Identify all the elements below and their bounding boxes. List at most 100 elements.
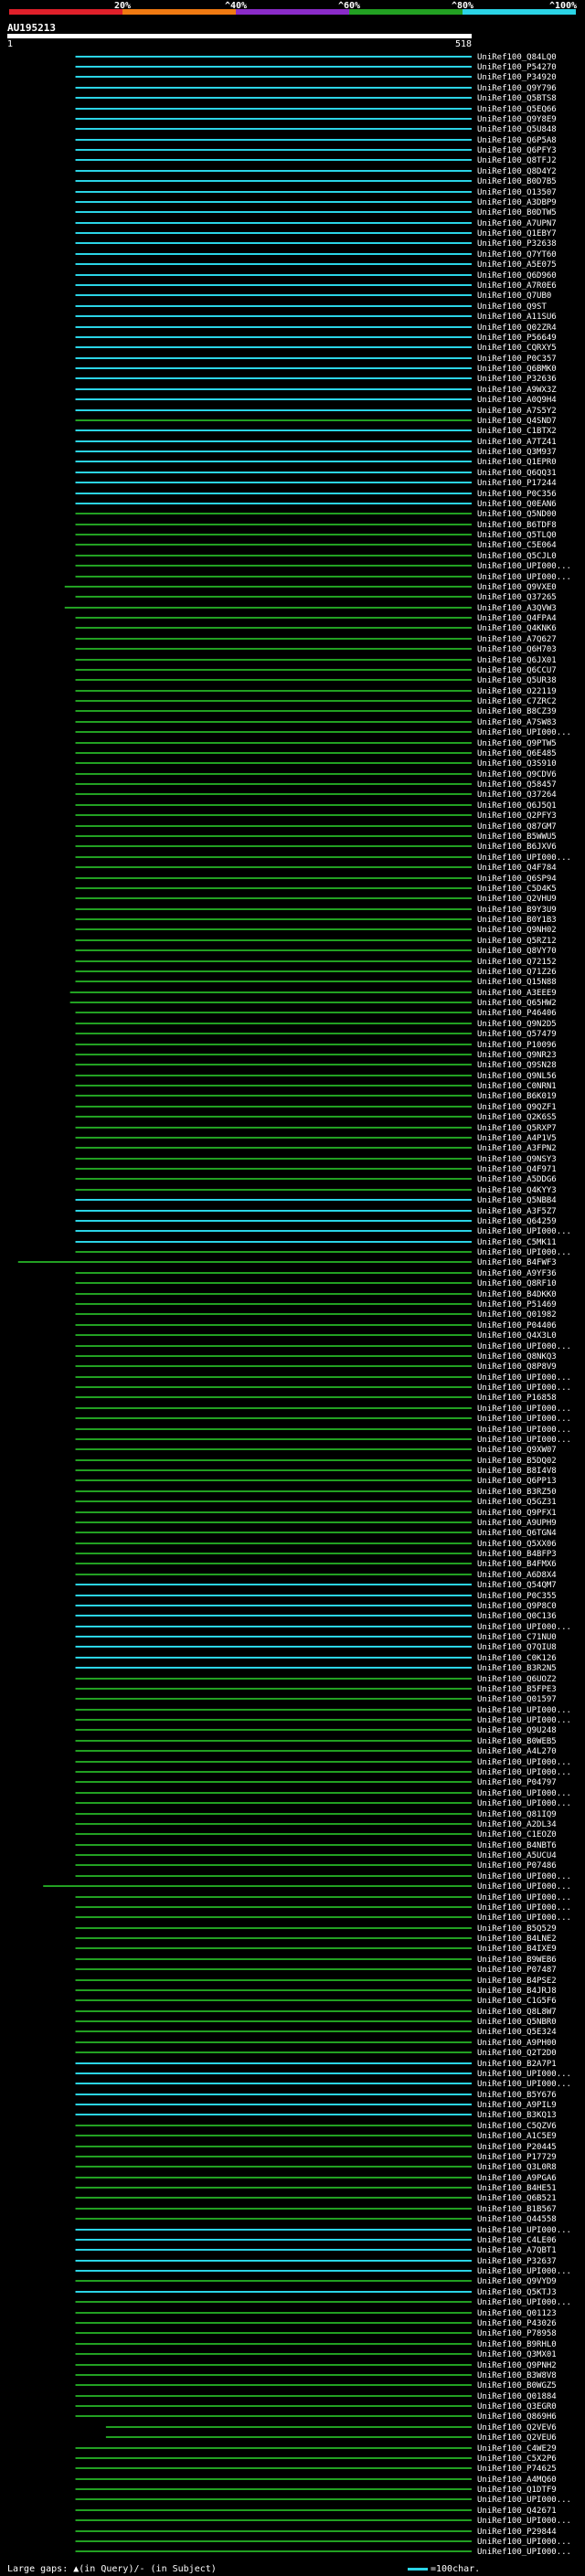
hit-label[interactable]: UniRef100_Q54QM7 xyxy=(477,1581,557,1590)
hit-label[interactable]: UniRef100_A4MQ60 xyxy=(477,2475,557,2485)
hit-label[interactable]: UniRef100_Q1EBY7 xyxy=(477,229,557,239)
hit-label[interactable]: UniRef100_Q2K6S5 xyxy=(477,1113,557,1122)
hit-label[interactable]: UniRef100_C1G5F6 xyxy=(477,1997,557,2006)
hit-label[interactable]: UniRef100_UPI000... xyxy=(477,1789,571,1798)
hit-label[interactable]: UniRef100_UPI000... xyxy=(477,1706,571,1715)
hit-label[interactable]: UniRef100_UPI000... xyxy=(477,2538,571,2547)
hit-label[interactable]: UniRef100_P20445 xyxy=(477,2143,557,2152)
hit-label[interactable]: UniRef100_Q37265 xyxy=(477,593,557,602)
hit-label[interactable]: UniRef100_A9YF36 xyxy=(477,1269,557,1278)
hit-label[interactable]: UniRef100_Q0C136 xyxy=(477,1612,557,1621)
hit-label[interactable]: UniRef100_P32637 xyxy=(477,2257,557,2266)
hit-label[interactable]: UniRef100_Q42671 xyxy=(477,2507,557,2516)
hit-label[interactable]: UniRef100_P32636 xyxy=(477,375,557,384)
hit-label[interactable]: UniRef100_P0C357 xyxy=(477,355,557,364)
hit-label[interactable]: UniRef100_Q9VYD9 xyxy=(477,2277,557,2286)
hit-label[interactable]: UniRef100_Q2T2D0 xyxy=(477,2049,557,2058)
hit-label[interactable]: UniRef100_Q8L8W7 xyxy=(477,2008,557,2017)
hit-label[interactable]: UniRef100_Q5NBR0 xyxy=(477,2018,557,2027)
hit-label[interactable]: UniRef100_A9UPH9 xyxy=(477,1519,557,1528)
hit-label[interactable]: UniRef100_P0C355 xyxy=(477,1592,557,1601)
hit-label[interactable]: UniRef100_B4HE51 xyxy=(477,2184,557,2193)
hit-label[interactable]: UniRef100_B4BFP3 xyxy=(477,1550,557,1559)
hit-label[interactable]: UniRef100_P78958 xyxy=(477,2329,557,2338)
hit-label[interactable]: UniRef100_P17729 xyxy=(477,2153,557,2162)
hit-label[interactable]: UniRef100_B0Y1B3 xyxy=(477,916,557,925)
hit-label[interactable]: UniRef100_Q5NBB4 xyxy=(477,1196,557,1205)
hit-label[interactable]: UniRef100_Q37264 xyxy=(477,790,557,800)
hit-label[interactable]: UniRef100_B3RZ50 xyxy=(477,1488,557,1497)
hit-label[interactable]: UniRef100_A1C5E9 xyxy=(477,2132,557,2141)
hit-label[interactable]: UniRef100_UPI000... xyxy=(477,562,571,571)
hit-label[interactable]: UniRef100_UPI000... xyxy=(477,1913,571,1923)
hit-label[interactable]: UniRef100_UPI000... xyxy=(477,2226,571,2235)
hit-label[interactable]: UniRef100_P56649 xyxy=(477,334,557,343)
hit-label[interactable]: UniRef100_Q4KYY3 xyxy=(477,1186,557,1195)
hit-label[interactable]: UniRef100_Q6JX01 xyxy=(477,656,557,665)
hit-label[interactable]: UniRef100_P54270 xyxy=(477,63,557,72)
hit-label[interactable]: UniRef100_P29844 xyxy=(477,2528,557,2537)
hit-label[interactable]: UniRef100_UPI000... xyxy=(477,2298,571,2307)
hit-label[interactable]: UniRef100_A4L270 xyxy=(477,1747,557,1756)
hit-label[interactable]: UniRef100_UPI000... xyxy=(477,853,571,863)
hit-label[interactable]: UniRef100_UPI000... xyxy=(477,1436,571,1445)
hit-label[interactable]: UniRef100_Q6H703 xyxy=(477,645,557,654)
hit-label[interactable]: UniRef100_UPI000... xyxy=(477,2496,571,2505)
hit-label[interactable]: UniRef100_UPI000... xyxy=(477,1893,571,1903)
hit-label[interactable]: UniRef100_P46406 xyxy=(477,1009,557,1018)
hit-label[interactable]: UniRef100_A3EEE9 xyxy=(477,989,557,998)
hit-label[interactable]: UniRef100_A6D8X4 xyxy=(477,1571,557,1580)
hit-label[interactable]: UniRef100_Q8P8V9 xyxy=(477,1362,557,1372)
hit-label[interactable]: UniRef100_Q2VHU9 xyxy=(477,895,557,904)
hit-label[interactable]: UniRef100_UPI000... xyxy=(477,1799,571,1808)
hit-label[interactable]: UniRef100_Q9ST xyxy=(477,302,547,312)
hit-label[interactable]: UniRef100_A0Q9H4 xyxy=(477,396,557,405)
hit-label[interactable]: UniRef100_Q3EGR0 xyxy=(477,2402,557,2412)
hit-label[interactable]: UniRef100_Q15N88 xyxy=(477,978,557,987)
hit-label[interactable]: UniRef100_Q4F971 xyxy=(477,1165,557,1174)
hit-label[interactable]: UniRef100_A9PH00 xyxy=(477,2039,557,2048)
hit-label[interactable]: UniRef100_Q4SND7 xyxy=(477,417,557,426)
hit-label[interactable]: UniRef100_Q6UOZ2 xyxy=(477,1675,557,1684)
hit-label[interactable]: UniRef100_C1BTX2 xyxy=(477,427,557,436)
hit-label[interactable]: UniRef100_Q9Y796 xyxy=(477,84,557,93)
hit-label[interactable]: UniRef100_Q6B521 xyxy=(477,2194,557,2203)
hit-label[interactable]: UniRef100_Q5BTS8 xyxy=(477,94,557,103)
hit-label[interactable]: UniRef100_Q9NL56 xyxy=(477,1072,557,1081)
hit-label[interactable]: UniRef100_Q7YT60 xyxy=(477,250,557,260)
hit-label[interactable]: UniRef100_P34920 xyxy=(477,73,557,82)
hit-label[interactable]: UniRef100_P10096 xyxy=(477,1041,557,1050)
hit-label[interactable]: UniRef100_O22119 xyxy=(477,687,557,696)
hit-label[interactable]: UniRef100_Q9NH02 xyxy=(477,926,557,935)
hit-label[interactable]: UniRef100_Q4FPA4 xyxy=(477,614,557,623)
hit-label[interactable]: UniRef100_B9WEB6 xyxy=(477,1956,557,1965)
hit-label[interactable]: UniRef100_P04797 xyxy=(477,1778,557,1787)
hit-label[interactable]: UniRef100_Q4X3L0 xyxy=(477,1331,557,1341)
hit-label[interactable]: UniRef100_P07487 xyxy=(477,1966,557,1975)
hit-label[interactable]: UniRef100_A7S5Y2 xyxy=(477,407,557,416)
hit-label[interactable]: UniRef100_B9Y3U9 xyxy=(477,906,557,915)
hit-label[interactable]: UniRef100_B4PSE2 xyxy=(477,1977,557,1986)
hit-label[interactable]: UniRef100_Q02ZR4 xyxy=(477,323,557,333)
hit-label[interactable]: UniRef100_Q869H6 xyxy=(477,2412,557,2422)
hit-label[interactable]: UniRef100_P32638 xyxy=(477,239,557,249)
hit-label[interactable]: UniRef100_Q3M937 xyxy=(477,448,557,457)
hit-label[interactable]: UniRef100_Q2VEV6 xyxy=(477,2423,557,2433)
hit-label[interactable]: UniRef100_Q6BMK0 xyxy=(477,365,557,374)
hit-label[interactable]: UniRef100_C0K126 xyxy=(477,1654,557,1663)
hit-label[interactable]: UniRef100_B8I4V8 xyxy=(477,1467,557,1476)
hit-label[interactable]: UniRef100_Q9NSY3 xyxy=(477,1155,557,1164)
hit-label[interactable]: UniRef100_Q4F784 xyxy=(477,864,557,873)
hit-label[interactable]: UniRef100_Q6D960 xyxy=(477,271,557,281)
hit-label[interactable]: UniRef100_B9RHL0 xyxy=(477,2340,557,2349)
hit-label[interactable]: UniRef100_Q5TLQ0 xyxy=(477,531,557,540)
hit-label[interactable]: UniRef100_Q58457 xyxy=(477,780,557,790)
hit-label[interactable]: UniRef100_B3KQ13 xyxy=(477,2111,557,2120)
hit-label[interactable]: UniRef100_Q6PFY3 xyxy=(477,146,557,155)
hit-label[interactable]: UniRef100_Q5RXP7 xyxy=(477,1124,557,1133)
hit-label[interactable]: UniRef100_A4P1V5 xyxy=(477,1134,557,1143)
hit-label[interactable]: UniRef100_Q9U248 xyxy=(477,1726,557,1735)
hit-label[interactable]: UniRef100_C1EOZ0 xyxy=(477,1830,557,1839)
hit-label[interactable]: UniRef100_Q8TFJ2 xyxy=(477,156,557,165)
hit-label[interactable]: UniRef100_Q9CDV6 xyxy=(477,770,557,779)
